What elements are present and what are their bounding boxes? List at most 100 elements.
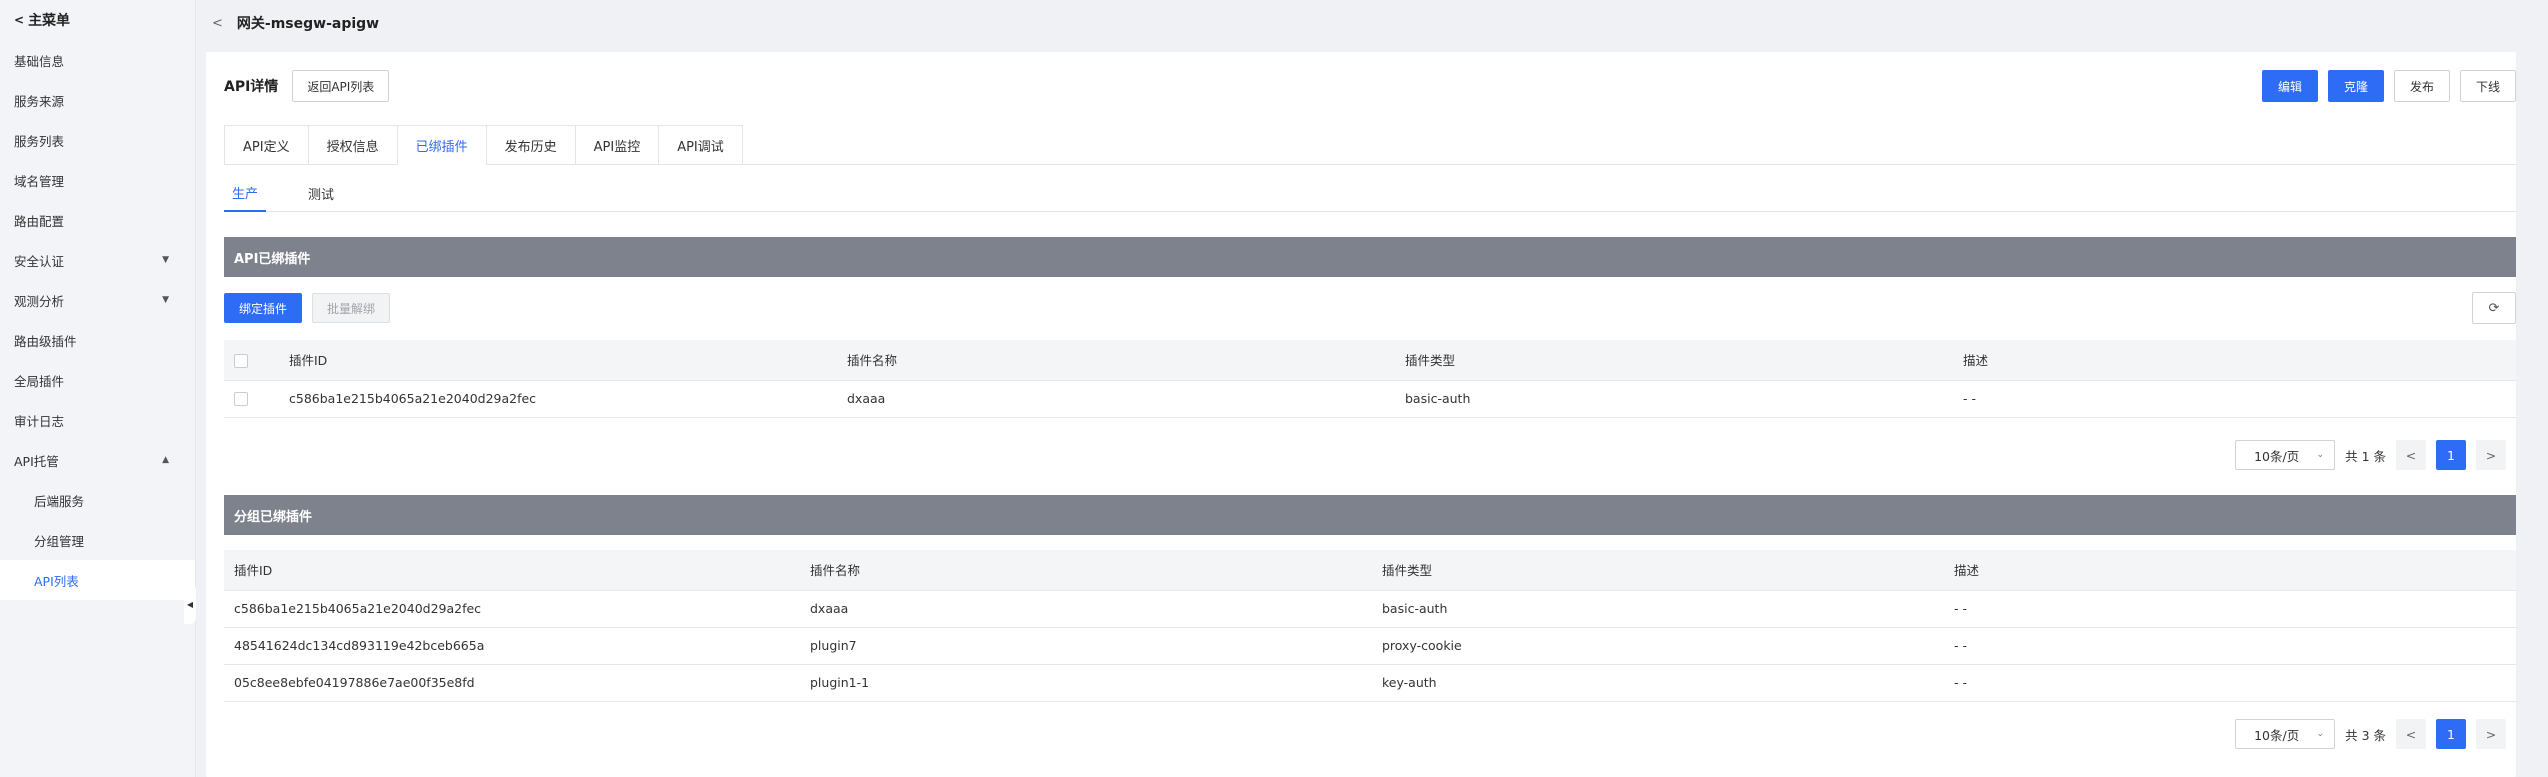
caret-left-icon: ◀: [186, 599, 194, 609]
tab-publish-history[interactable]: 发布历史: [485, 125, 575, 165]
caret-up-icon: ▲: [162, 455, 169, 465]
api-plugins-pagination: 10条/页 ⌄ 共 1 条 < 1 >: [2235, 440, 2506, 470]
plugin-desc-cell: - -: [1944, 627, 2516, 665]
sidebar-item-label: 基础信息: [14, 53, 65, 69]
plugin-id-cell: c586ba1e215b4065a21e2040d29a2fec: [224, 590, 800, 628]
page-size-select[interactable]: 10条/页 ⌄: [2235, 440, 2336, 470]
column-header: 插件名称: [837, 340, 1395, 381]
sidebar-item-api-hosting[interactable]: API托管 ▲: [0, 440, 195, 480]
api-plugins-toolbar: 绑定插件 批量解绑 ⟳: [224, 292, 2516, 324]
column-header: 插件名称: [800, 550, 1372, 591]
select-all-checkbox[interactable]: [234, 353, 248, 368]
table-header-row: 插件ID 插件名称 插件类型 描述: [224, 550, 2516, 591]
current-page[interactable]: 1: [2436, 440, 2466, 470]
sidebar-item-label: 安全认证: [14, 253, 65, 269]
plugin-type-cell: basic-auth: [1395, 380, 1953, 418]
chevron-left-icon: <: [14, 13, 25, 27]
sidebar-item-service-source[interactable]: 服务来源: [0, 80, 195, 120]
tab-bound-plugins[interactable]: 已绑插件: [396, 125, 486, 165]
sidebar-item-label: 审计日志: [14, 413, 65, 429]
publish-button[interactable]: 发布: [2394, 70, 2450, 102]
sidebar-item-basic-info[interactable]: 基础信息: [0, 40, 195, 80]
sidebar-item-route-plugins[interactable]: 路由级插件: [0, 320, 195, 360]
sidebar-item-backend-service[interactable]: 后端服务: [0, 480, 195, 520]
sidebar-item-label: 观测分析: [14, 293, 65, 309]
table-row: 48541624dc134cd893119e42bceb665a plugin7…: [224, 627, 2516, 665]
batch-unbind-button[interactable]: 批量解绑: [312, 293, 391, 323]
sidebar-item-label: 分组管理: [34, 533, 85, 549]
refresh-icon: ⟳: [2488, 300, 2500, 316]
sidebar-item-global-plugins[interactable]: 全局插件: [0, 360, 195, 400]
sidebar: < 主菜单 基础信息 服务来源 服务列表 域名管理 路由配置 安全认证 ▼ 观测分…: [0, 0, 196, 777]
sidebar-item-audit-log[interactable]: 审计日志: [0, 400, 195, 440]
table-row: c586ba1e215b4065a21e2040d29a2fec dxaaa b…: [224, 590, 2516, 628]
sidebar-item-api-list[interactable]: API列表: [0, 560, 195, 600]
select-all-cell: [224, 340, 279, 381]
refresh-button[interactable]: ⟳: [2472, 292, 2516, 324]
tab-api-monitor[interactable]: API监控: [574, 125, 659, 165]
page-size-value: 10条/页: [2254, 448, 2300, 464]
group-plugins-table: 插件ID 插件名称 插件类型 描述 c586ba1e215b4065a21e20…: [224, 550, 2516, 702]
plugin-desc-cell: - -: [1944, 590, 2516, 628]
api-plugins-table: 插件ID 插件名称 插件类型 描述 c586ba1e215b4065a21e20…: [224, 340, 2516, 418]
edit-button[interactable]: 编辑: [2262, 70, 2318, 102]
chevron-down-icon: ⌄: [2316, 729, 2325, 739]
sidebar-collapse-handle[interactable]: ◀: [184, 584, 196, 624]
column-header: 插件ID: [224, 550, 800, 591]
header-row: API详情 返回API列表: [224, 70, 390, 102]
sidebar-item-label: 服务来源: [14, 93, 65, 109]
sidebar-item-security[interactable]: 安全认证 ▼: [0, 240, 195, 280]
tab-production[interactable]: 生产: [224, 174, 267, 212]
plugin-name-cell: dxaaa: [800, 590, 1372, 628]
sidebar-item-service-list[interactable]: 服务列表: [0, 120, 195, 160]
plugin-id-cell: 05c8ee8ebfe04197886e7ae00f35e8fd: [224, 664, 800, 702]
prev-page-button[interactable]: <: [2396, 719, 2426, 749]
clone-button[interactable]: 克隆: [2328, 70, 2384, 102]
environment-tabs: 生产 测试: [224, 174, 2516, 212]
tab-authorization[interactable]: 授权信息: [307, 125, 397, 165]
sidebar-item-label: 路由级插件: [14, 333, 77, 349]
total-count: 共 3 条: [2345, 727, 2386, 743]
plugin-type-cell: basic-auth: [1372, 590, 1944, 628]
table-row: 05c8ee8ebfe04197886e7ae00f35e8fd plugin1…: [224, 664, 2516, 702]
sidebar-item-label: 全局插件: [14, 373, 65, 389]
api-detail-card: API详情 返回API列表 编辑 克隆 发布 下线 API定义 授权信息 已绑插…: [206, 52, 2516, 777]
page-size-value: 10条/页: [2254, 727, 2300, 743]
group-plugins-pagination: 10条/页 ⌄ 共 3 条 < 1 >: [2235, 719, 2506, 749]
column-header: 描述: [1944, 550, 2516, 591]
tab-test[interactable]: 测试: [300, 174, 342, 212]
back-to-api-list-button[interactable]: 返回API列表: [292, 70, 390, 102]
column-header: 插件ID: [279, 340, 837, 381]
bind-plugin-button[interactable]: 绑定插件: [224, 293, 303, 323]
main-menu-back[interactable]: < 主菜单: [0, 0, 195, 40]
tab-api-debug[interactable]: API调试: [658, 125, 743, 165]
sidebar-item-label: 路由配置: [14, 213, 65, 229]
back-chevron-icon[interactable]: <: [212, 16, 223, 31]
main-menu-title: 主菜单: [28, 13, 71, 29]
api-plugins-section-title: API已绑插件: [224, 237, 2516, 277]
next-page-button[interactable]: >: [2476, 719, 2506, 749]
group-plugins-section-title: 分组已绑插件: [224, 495, 2516, 535]
total-count: 共 1 条: [2345, 448, 2386, 464]
sidebar-item-label: 域名管理: [14, 173, 65, 189]
row-checkbox[interactable]: [234, 392, 248, 407]
gateway-title: 网关-msegw-apigw: [236, 16, 380, 32]
caret-down-icon: ▼: [162, 255, 169, 265]
current-page[interactable]: 1: [2436, 719, 2466, 749]
plugin-name-cell: plugin1-1: [800, 664, 1372, 702]
column-header: 插件类型: [1372, 550, 1944, 591]
offline-button[interactable]: 下线: [2460, 70, 2516, 102]
tab-api-definition[interactable]: API定义: [224, 125, 308, 165]
sidebar-item-domain[interactable]: 域名管理: [0, 160, 195, 200]
page-size-select[interactable]: 10条/页 ⌄: [2235, 719, 2336, 749]
table-header-row: 插件ID 插件名称 插件类型 描述: [224, 340, 2516, 381]
sidebar-item-observability[interactable]: 观测分析 ▼: [0, 280, 195, 320]
plugin-name-cell: plugin7: [800, 627, 1372, 665]
sidebar-item-route-config[interactable]: 路由配置: [0, 200, 195, 240]
header-actions: 编辑 克隆 发布 下线: [2262, 70, 2516, 102]
prev-page-button[interactable]: <: [2396, 440, 2426, 470]
sidebar-item-group-management[interactable]: 分组管理: [0, 520, 195, 560]
next-page-button[interactable]: >: [2476, 440, 2506, 470]
page-title: API详情: [224, 79, 279, 95]
sidebar-item-label: API列表: [34, 573, 79, 589]
